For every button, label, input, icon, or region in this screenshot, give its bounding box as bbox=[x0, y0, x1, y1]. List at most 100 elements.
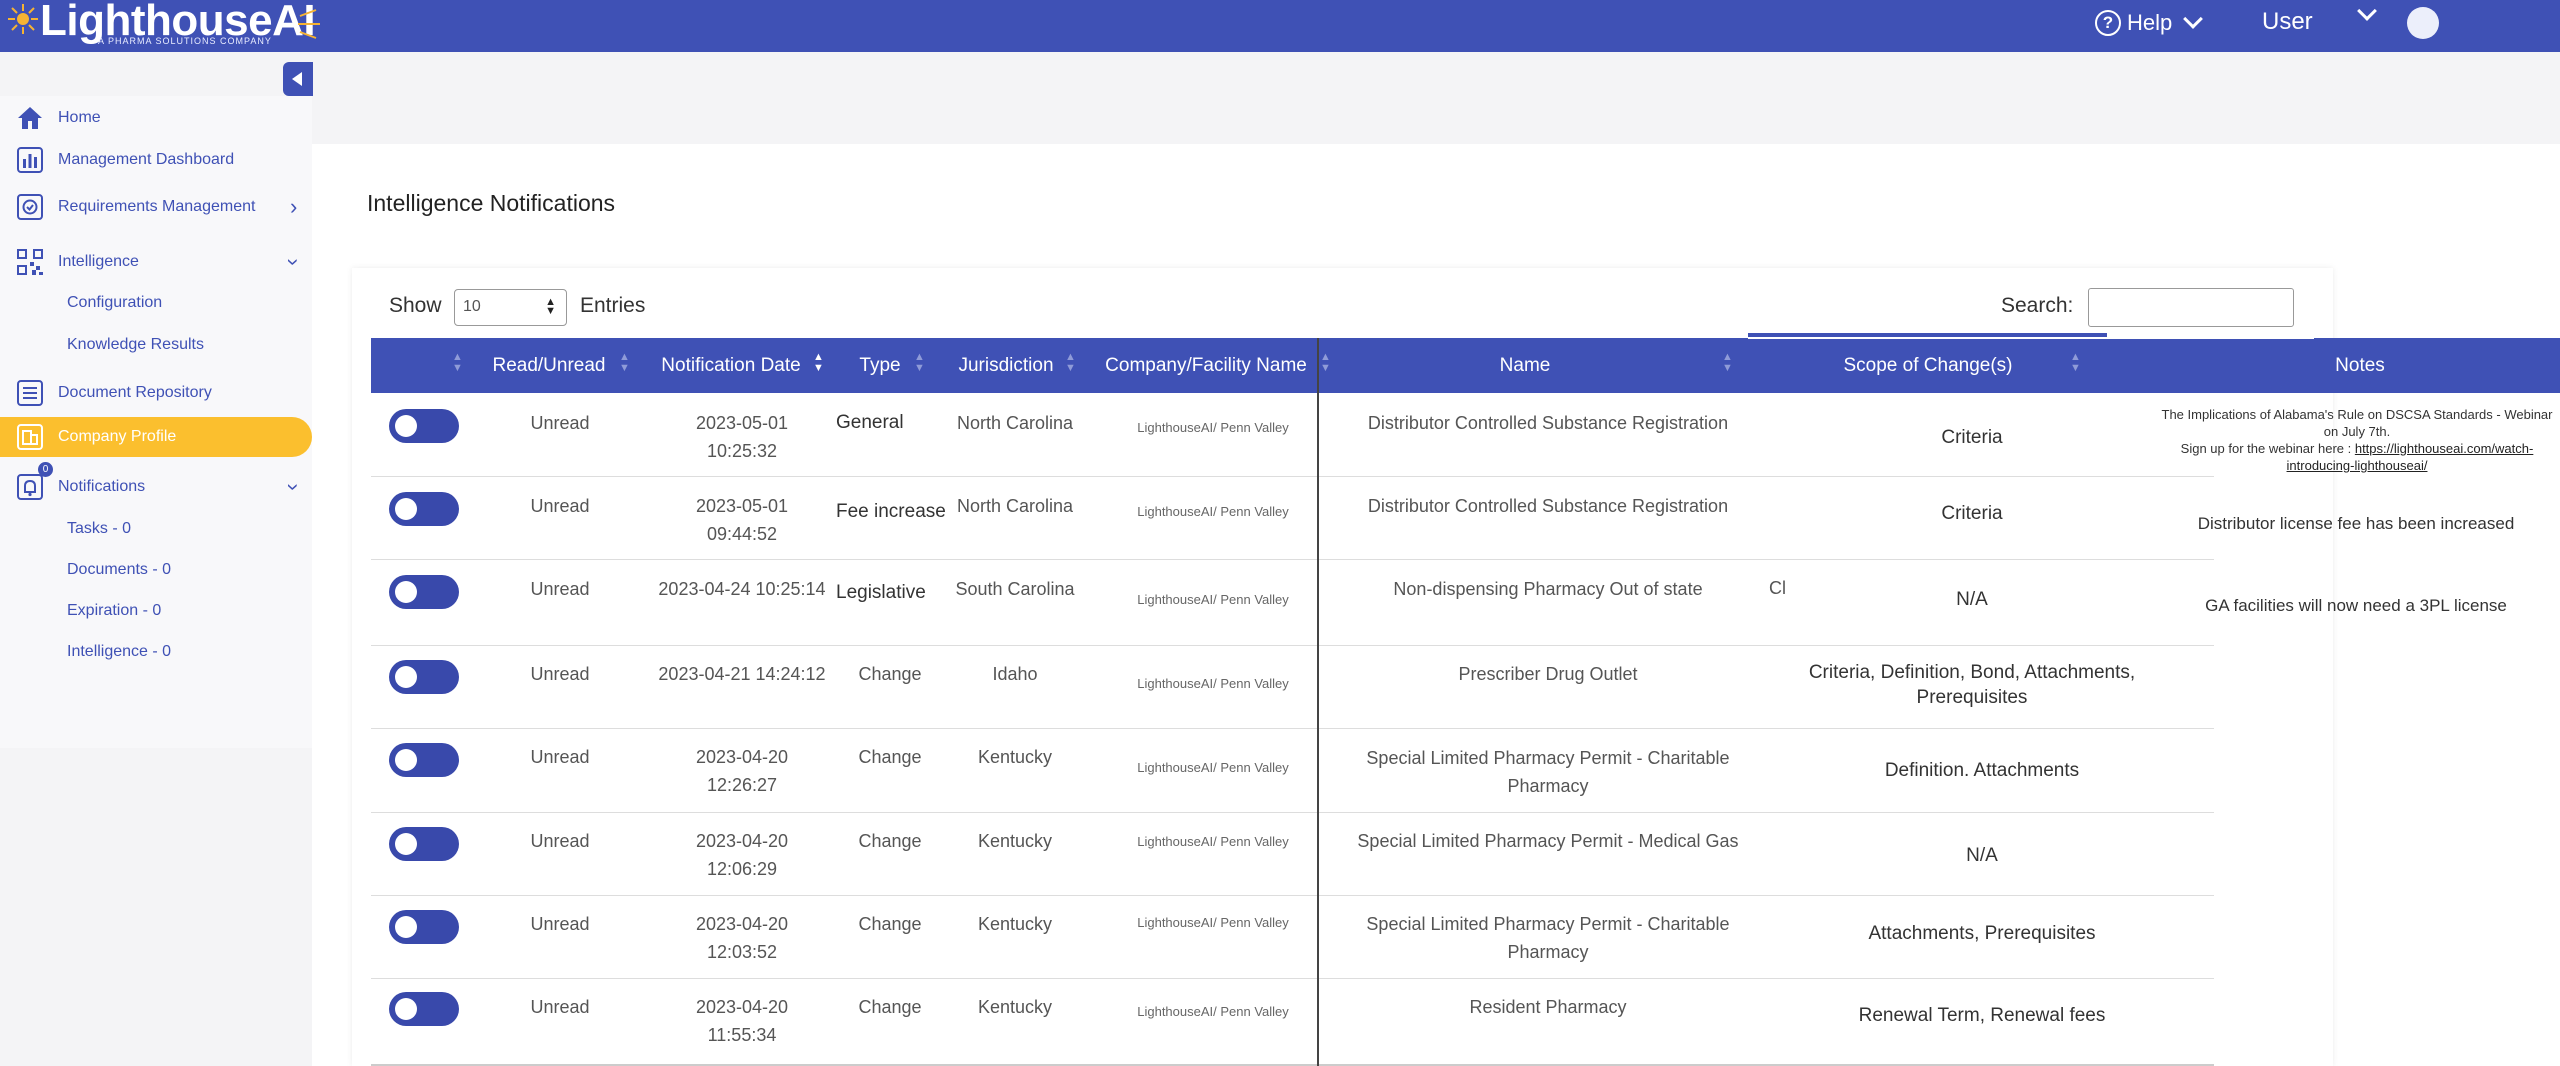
scope-of-change: Definition. Attachments bbox=[1884, 760, 2080, 781]
company-facility[interactable]: LighthouseAI/ Penn Valley bbox=[1110, 998, 1316, 1026]
sidebar-item-home[interactable]: Home bbox=[0, 98, 312, 138]
notification-date: 2023-04-20 bbox=[695, 997, 789, 1017]
jurisdiction: Idaho bbox=[992, 664, 1038, 684]
page-title: Intelligence Notifications bbox=[367, 190, 616, 216]
notification-time: 12:26:27 bbox=[706, 775, 778, 795]
sidebar-item-intelligence-count[interactable]: Intelligence - 0 bbox=[0, 632, 312, 672]
company-facility[interactable]: LighthouseAI/ Penn Valley bbox=[1110, 909, 1316, 937]
note-fee-increase: Distributor license fee has been increas… bbox=[2197, 514, 2515, 533]
company-facility[interactable]: LighthouseAI/ Penn Valley bbox=[1110, 498, 1316, 526]
notification-time: 10:25:32 bbox=[706, 441, 778, 461]
column-notification-date[interactable]: Notification Date bbox=[660, 338, 802, 393]
column-company-facility[interactable]: Company/Facility Name bbox=[1105, 338, 1307, 393]
help-menu[interactable]: ? Help bbox=[2095, 9, 2204, 36]
notification-type: Change bbox=[858, 747, 922, 767]
read-toggle[interactable] bbox=[389, 743, 459, 777]
sort-icon[interactable]: ▲ ▼ bbox=[1065, 352, 1076, 374]
sort-icon[interactable]: ▲ ▼ bbox=[914, 352, 925, 374]
sidebar-item-document-repository[interactable]: Document Repository bbox=[0, 373, 312, 413]
column-name[interactable]: Name bbox=[1480, 338, 1570, 393]
jurisdiction: Kentucky bbox=[977, 914, 1053, 934]
sidebar-item-configuration[interactable]: Configuration bbox=[0, 283, 312, 323]
jurisdiction: Kentucky bbox=[977, 747, 1053, 767]
company-facility[interactable]: LighthouseAI/ Penn Valley bbox=[1110, 754, 1316, 782]
column-jurisdiction[interactable]: Jurisdiction bbox=[957, 338, 1055, 393]
avatar[interactable] bbox=[2407, 7, 2439, 39]
sidebar-item-label: Intelligence bbox=[58, 253, 139, 270]
question-icon: ? bbox=[2095, 10, 2121, 36]
scope-of-change: Renewal Term, Renewal fees bbox=[1858, 1005, 2106, 1026]
header-accent bbox=[1748, 333, 2107, 337]
user-label[interactable]: User bbox=[2262, 8, 2313, 36]
notification-type: Change bbox=[858, 664, 922, 684]
company-facility[interactable]: LighthouseAI/ Penn Valley bbox=[1110, 586, 1316, 614]
notification-date: 2023-04-24 10:25:14 bbox=[658, 579, 826, 599]
check-circle-icon bbox=[16, 193, 44, 221]
sort-icon[interactable]: ▲ ▼ bbox=[2070, 352, 2081, 374]
sort-desc-icon[interactable]: ▲ ▼ bbox=[813, 352, 824, 374]
license-name: Prescriber Drug Outlet bbox=[1458, 664, 1638, 684]
read-toggle[interactable] bbox=[389, 660, 459, 694]
sort-icon[interactable]: ▲ ▼ bbox=[619, 352, 630, 374]
sort-icon[interactable]: ▲ ▼ bbox=[1320, 352, 1331, 374]
license-name: Special Limited Pharmacy Permit - Charit… bbox=[1366, 748, 1730, 768]
read-toggle[interactable] bbox=[389, 910, 459, 944]
column-notes[interactable]: Notes bbox=[2320, 338, 2400, 393]
notification-count-badge: 0 bbox=[38, 462, 53, 477]
column-type[interactable]: Type bbox=[856, 338, 904, 393]
sidebar-item-label: Notifications bbox=[58, 478, 146, 495]
show-label: Show bbox=[389, 294, 442, 317]
sidebar-item-tasks[interactable]: Tasks - 0 bbox=[0, 509, 312, 549]
entries-select[interactable]: 10 ▲ ▼ bbox=[454, 289, 567, 326]
column-read-unread[interactable]: Read/Unread bbox=[492, 338, 605, 393]
license-name: Resident Pharmacy bbox=[1469, 997, 1627, 1017]
scope-of-change: Criteria, Definition, Bond, Attachments, bbox=[1808, 662, 2136, 683]
license-name-line2: Pharmacy bbox=[1507, 942, 1589, 962]
sidebar-item-intelligence[interactable]: Intelligence › bbox=[0, 242, 312, 282]
read-toggle[interactable] bbox=[389, 575, 459, 609]
building-icon bbox=[16, 423, 44, 451]
webinar-link[interactable]: https://lighthouseai.com/watch- bbox=[2355, 441, 2533, 456]
sidebar-item-knowledge-results[interactable]: Knowledge Results bbox=[0, 325, 312, 365]
collapse-sidebar-button[interactable] bbox=[283, 62, 313, 96]
bell-icon bbox=[16, 473, 44, 501]
read-toggle[interactable] bbox=[389, 827, 459, 861]
sidebar-item-documents[interactable]: Documents - 0 bbox=[0, 550, 312, 590]
sidebar-item-label: Management Dashboard bbox=[58, 151, 235, 168]
qr-grid-icon bbox=[16, 248, 44, 276]
read-toggle[interactable] bbox=[389, 492, 459, 526]
chevron-down-icon[interactable] bbox=[2357, 1, 2377, 21]
read-status: Unread bbox=[530, 914, 590, 934]
company-facility[interactable]: LighthouseAI/ Penn Valley bbox=[1110, 828, 1316, 856]
note-link-line[interactable]: introducing-lighthouseai/ bbox=[2158, 457, 2556, 474]
scope-of-change: Criteria bbox=[1941, 503, 2003, 524]
notification-date: 2023-04-20 bbox=[695, 914, 789, 934]
notification-date: 2023-04-21 14:24:12 bbox=[658, 664, 826, 684]
scope-of-change: N/A bbox=[1956, 589, 1988, 610]
sort-icon[interactable]: ▲ ▼ bbox=[1722, 352, 1733, 374]
sidebar-item-requirements-management[interactable]: Requirements Management › bbox=[0, 187, 312, 227]
sidebar-item-notifications[interactable]: 0 Notifications › bbox=[0, 462, 312, 507]
read-status: Unread bbox=[530, 496, 590, 516]
read-toggle[interactable] bbox=[389, 992, 459, 1026]
jurisdiction: Kentucky bbox=[977, 997, 1053, 1017]
sort-icon[interactable]: ▲ ▼ bbox=[452, 352, 463, 374]
sidebar-item-expiration[interactable]: Expiration - 0 bbox=[0, 591, 312, 631]
sidebar-item-management-dashboard[interactable]: Management Dashboard bbox=[0, 140, 312, 180]
notification-time: 12:06:29 bbox=[706, 859, 778, 879]
bar-chart-icon bbox=[16, 146, 44, 174]
home-icon bbox=[16, 104, 44, 132]
sidebar-item-company-profile[interactable]: Company Profile bbox=[0, 417, 312, 457]
notification-type: Change bbox=[858, 831, 922, 851]
company-facility[interactable]: LighthouseAI/ Penn Valley bbox=[1110, 670, 1316, 698]
search-input[interactable] bbox=[2088, 288, 2294, 327]
company-facility[interactable]: LighthouseAI/ Penn Valley bbox=[1110, 414, 1316, 442]
column-scope[interactable]: Scope of Change(s) bbox=[1838, 338, 2018, 393]
webinar-link[interactable]: introducing-lighthouseai/ bbox=[2287, 458, 2428, 473]
read-toggle[interactable] bbox=[389, 409, 459, 443]
notification-type: General bbox=[836, 412, 904, 433]
note-webinar: The Implications of Alabama's Rule on DS… bbox=[2158, 406, 2556, 474]
read-status: Unread bbox=[530, 831, 590, 851]
scope-of-change: N/A bbox=[1966, 845, 1998, 866]
notification-time: 09:44:52 bbox=[706, 524, 778, 544]
